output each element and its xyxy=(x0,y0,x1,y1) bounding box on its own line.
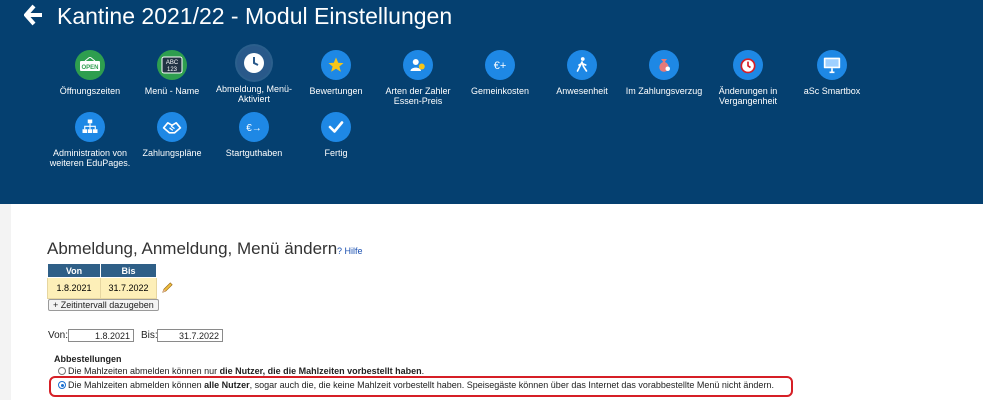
menu-item-label: Administration von weiteren EduPages. xyxy=(49,148,131,168)
walking-person-icon xyxy=(567,50,597,80)
menu-item-label: Bewertungen xyxy=(309,86,363,96)
table-row[interactable]: 1.8.2021 31.7.2022 xyxy=(47,277,157,299)
menu-item-label: aSc Smartbox xyxy=(803,86,861,96)
menu-item-label: Startguthaben xyxy=(225,148,283,158)
menu-item-abmeldung[interactable]: Abmeldung, Menü-Aktiviert xyxy=(208,46,300,104)
menu-item-label: Im Zahlungsverzug xyxy=(625,86,703,96)
menu-item-oeffnungszeiten[interactable]: OPEN Öffnungszeiten xyxy=(44,50,136,96)
column-header-bis: Bis xyxy=(100,263,157,278)
handshake-icon xyxy=(157,112,187,142)
section-title: Abmeldung, Anmeldung, Menü ändern xyxy=(47,239,338,258)
menu-item-label: Anwesenheit xyxy=(556,86,608,96)
money-bag-icon xyxy=(649,50,679,80)
to-date-input[interactable] xyxy=(157,329,223,342)
interval-table: Von Bis 1.8.2021 31.7.2022 xyxy=(47,263,157,299)
svg-text:€→: €→ xyxy=(246,123,262,134)
menu-item-gemeinkosten[interactable]: €+ Gemeinkosten xyxy=(454,50,546,96)
menu-item-label: Gemeinkosten xyxy=(470,86,530,96)
svg-text:ABC: ABC xyxy=(166,60,179,66)
cancellations-title: Abbestellungen xyxy=(54,354,122,364)
open-sign-icon: OPEN xyxy=(75,50,105,80)
cell-von: 1.8.2021 xyxy=(47,277,101,299)
users-icon xyxy=(403,50,433,80)
menu-item-bewertungen[interactable]: Bewertungen xyxy=(290,50,382,96)
menu-item-anwesenheit[interactable]: Anwesenheit xyxy=(536,50,628,96)
arrow-left-icon[interactable] xyxy=(24,4,44,26)
menu-item-smartbox[interactable]: aSc Smartbox xyxy=(786,50,878,96)
menu-item-menue-name[interactable]: ABC 123 Menü - Name xyxy=(126,50,218,96)
menu-item-label: Öffnungszeiten xyxy=(59,86,121,96)
alarm-clock-icon xyxy=(733,50,763,80)
svg-text:OPEN: OPEN xyxy=(81,65,98,71)
monitor-icon xyxy=(817,50,847,80)
abc-123-icon: ABC 123 xyxy=(157,50,187,80)
pencil-icon[interactable] xyxy=(161,281,174,294)
from-date-input[interactable] xyxy=(68,329,134,342)
clock-icon xyxy=(237,46,271,80)
euro-plus-icon: €+ xyxy=(485,50,515,80)
page-title: Kantine 2021/22 - Modul Einstellungen xyxy=(57,3,453,29)
menu-item-label: Arten der Zahler Essen-Preis xyxy=(385,86,451,106)
menu-item-label: Änderungen in Vergangenheit xyxy=(718,86,778,106)
menu-item-zahlungsplaene[interactable]: Zahlungspläne xyxy=(126,112,218,158)
from-label: Von: xyxy=(48,330,69,341)
column-header-von: Von xyxy=(47,263,101,278)
org-chart-icon xyxy=(75,112,105,142)
svg-text:€+: €+ xyxy=(494,60,507,72)
menu-item-fertig[interactable]: Fertig xyxy=(290,112,382,158)
cell-bis: 31.7.2022 xyxy=(100,277,157,299)
menu-item-administration[interactable]: Administration von weiteren EduPages. xyxy=(44,112,136,168)
check-icon xyxy=(321,112,351,142)
menu-item-label: Zahlungspläne xyxy=(142,148,202,158)
menu-item-arten-der-zahler[interactable]: Arten der Zahler Essen-Preis xyxy=(372,50,464,106)
radio-button[interactable] xyxy=(58,367,66,375)
star-icon xyxy=(321,50,351,80)
radio-option-nur-vorbesteller[interactable]: Die Mahlzeiten abmelden können nur die N… xyxy=(58,366,424,376)
menu-item-label: Abmeldung, Menü-Aktiviert xyxy=(215,84,293,104)
help-link[interactable]: ? Hilfe xyxy=(337,246,363,256)
menu-item-label: Fertig xyxy=(324,148,348,158)
menu-item-aenderungen-vergangenheit[interactable]: Änderungen in Vergangenheit xyxy=(702,50,794,106)
euro-arrow-icon: €→ xyxy=(239,112,269,142)
menu-item-startguthaben[interactable]: €→ Startguthaben xyxy=(208,112,300,158)
svg-text:123: 123 xyxy=(167,67,178,73)
option-text: Die Mahlzeiten abmelden können nur die N… xyxy=(68,366,425,376)
header-bar: Kantine 2021/22 - Modul Einstellungen OP… xyxy=(0,0,983,204)
highlight-box xyxy=(49,376,793,397)
to-label: Bis: xyxy=(141,330,158,341)
menu-item-zahlungsverzug[interactable]: Im Zahlungsverzug xyxy=(618,50,710,96)
menu-item-label: Menü - Name xyxy=(144,86,200,96)
add-interval-button[interactable]: + Zeitintervall dazugeben xyxy=(48,299,159,311)
